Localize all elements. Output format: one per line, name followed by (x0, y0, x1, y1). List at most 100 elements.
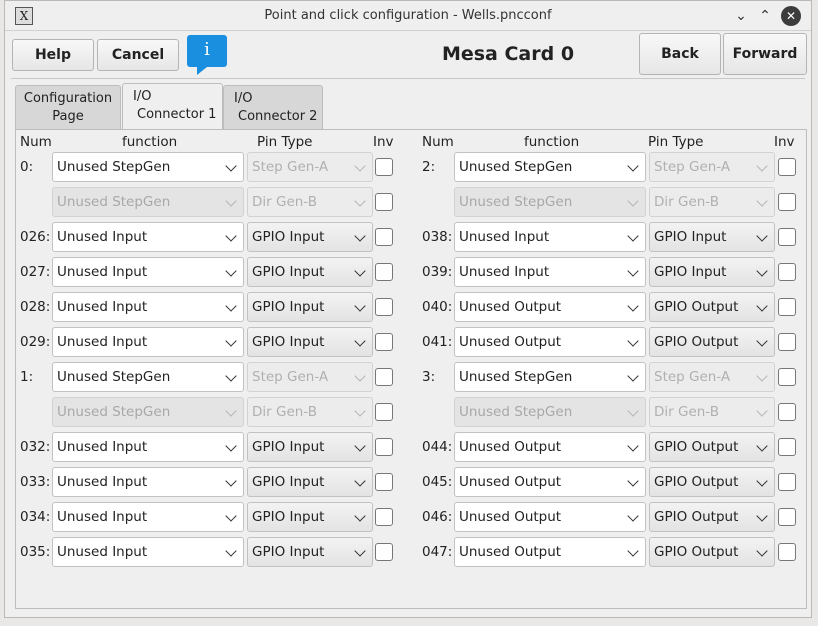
invert-checkbox[interactable] (778, 333, 796, 351)
close-icon[interactable]: ✕ (781, 6, 801, 26)
chevron-down-icon (225, 405, 237, 417)
function-value: Unused Input (57, 264, 148, 280)
pin-type-value: Step Gen-A (252, 159, 329, 175)
chevron-down-icon (354, 440, 366, 452)
function-value: Unused Input (57, 229, 148, 245)
pin-type-combo[interactable]: GPIO Input (247, 432, 373, 462)
pin-type-combo[interactable]: GPIO Output (649, 327, 775, 357)
chevron-down-icon (756, 195, 768, 207)
pin-number-label: 3: (422, 369, 436, 385)
invert-checkbox[interactable] (778, 158, 796, 176)
function-combo[interactable]: Unused StepGen (454, 152, 646, 182)
pin-type-combo[interactable]: GPIO Output (649, 467, 775, 497)
function-combo[interactable]: Unused StepGen (454, 362, 646, 392)
function-combo[interactable]: Unused Output (454, 502, 646, 532)
function-combo[interactable]: Unused Output (454, 467, 646, 497)
io-connector-panel: Num function Pin Type Inv Num function P… (15, 129, 807, 609)
pin-type-combo[interactable]: GPIO Input (247, 502, 373, 532)
invert-checkbox[interactable] (778, 508, 796, 526)
pin-type-combo[interactable]: GPIO Input (247, 537, 373, 567)
invert-checkbox[interactable] (778, 368, 796, 386)
function-value: Unused StepGen (459, 369, 573, 385)
pin-type-combo[interactable]: GPIO Input (247, 292, 373, 322)
function-combo[interactable]: Unused Input (52, 432, 244, 462)
invert-checkbox[interactable] (778, 543, 796, 561)
function-value: Unused Output (459, 439, 562, 455)
invert-checkbox[interactable] (778, 438, 796, 456)
forward-button[interactable]: Forward (723, 33, 807, 75)
chevron-down-icon (756, 265, 768, 277)
invert-checkbox[interactable] (375, 193, 393, 211)
invert-checkbox[interactable] (778, 263, 796, 281)
invert-checkbox[interactable] (778, 403, 796, 421)
function-combo[interactable]: Unused Input (454, 222, 646, 252)
function-value: Unused Output (459, 474, 562, 490)
function-combo[interactable]: Unused StepGen (52, 362, 244, 392)
tab-label-line1: I/O (133, 89, 152, 104)
pin-type-combo: Dir Gen-B (247, 397, 373, 427)
function-combo[interactable]: Unused Input (52, 222, 244, 252)
function-combo[interactable]: Unused Output (454, 292, 646, 322)
pin-type-combo[interactable]: GPIO Output (649, 537, 775, 567)
function-combo[interactable]: Unused Output (454, 327, 646, 357)
function-combo: Unused StepGen (52, 187, 244, 217)
function-combo[interactable]: Unused Input (454, 257, 646, 287)
title-bar: X Point and click configuration - Wells.… (5, 1, 811, 31)
pin-type-combo[interactable]: GPIO Input (247, 327, 373, 357)
pin-type-combo[interactable]: GPIO Output (649, 432, 775, 462)
tab-configuration-page[interactable]: Configuration Page (15, 85, 121, 129)
chevron-down-icon (756, 545, 768, 557)
help-button[interactable]: Help (12, 39, 94, 71)
pin-type-combo[interactable]: GPIO Input (649, 257, 775, 287)
function-combo[interactable]: Unused Output (454, 432, 646, 462)
maximize-icon[interactable]: ⌃ (755, 6, 775, 26)
pin-number-label: 040: (422, 299, 453, 315)
invert-checkbox[interactable] (375, 298, 393, 316)
invert-checkbox[interactable] (778, 298, 796, 316)
invert-checkbox[interactable] (375, 403, 393, 421)
function-combo[interactable]: Unused Input (52, 467, 244, 497)
pin-type-combo[interactable]: GPIO Input (247, 222, 373, 252)
pin-number-label: 026: (20, 229, 51, 245)
function-combo[interactable]: Unused Input (52, 257, 244, 287)
tab-io-connector-2[interactable]: I/O Connector 2 (223, 85, 323, 129)
function-combo[interactable]: Unused Input (52, 502, 244, 532)
pin-type-combo[interactable]: GPIO Input (247, 467, 373, 497)
info-icon[interactable]: i (187, 35, 227, 75)
invert-checkbox[interactable] (778, 473, 796, 491)
chevron-down-icon (756, 475, 768, 487)
cancel-button[interactable]: Cancel (97, 39, 179, 71)
chevron-down-icon (756, 370, 768, 382)
invert-checkbox[interactable] (375, 228, 393, 246)
pin-type-value: GPIO Input (654, 229, 727, 245)
invert-checkbox[interactable] (375, 543, 393, 561)
tab-label-line1: I/O (234, 91, 253, 106)
function-combo[interactable]: Unused Input (52, 327, 244, 357)
pin-type-combo[interactable]: GPIO Input (649, 222, 775, 252)
function-combo[interactable]: Unused Input (52, 537, 244, 567)
pin-type-combo: Dir Gen-B (649, 397, 775, 427)
function-combo[interactable]: Unused Output (454, 537, 646, 567)
invert-checkbox[interactable] (375, 438, 393, 456)
function-value: Unused StepGen (57, 194, 171, 210)
chevron-down-icon (225, 195, 237, 207)
pin-type-combo[interactable]: GPIO Output (649, 292, 775, 322)
minimize-icon[interactable]: ⌄ (731, 6, 751, 26)
chevron-down-icon (354, 160, 366, 172)
pin-number-label: 2: (422, 159, 436, 175)
invert-checkbox[interactable] (375, 508, 393, 526)
back-button[interactable]: Back (639, 33, 721, 75)
invert-checkbox[interactable] (375, 368, 393, 386)
invert-checkbox[interactable] (778, 228, 796, 246)
invert-checkbox[interactable] (375, 263, 393, 281)
invert-checkbox[interactable] (375, 333, 393, 351)
pin-type-combo[interactable]: GPIO Output (649, 502, 775, 532)
tab-io-connector-1[interactable]: I/O Connector 1 (122, 83, 223, 130)
pin-type-combo[interactable]: GPIO Input (247, 257, 373, 287)
function-value: Unused StepGen (57, 159, 171, 175)
invert-checkbox[interactable] (375, 158, 393, 176)
invert-checkbox[interactable] (375, 473, 393, 491)
function-combo[interactable]: Unused Input (52, 292, 244, 322)
function-combo[interactable]: Unused StepGen (52, 152, 244, 182)
invert-checkbox[interactable] (778, 193, 796, 211)
